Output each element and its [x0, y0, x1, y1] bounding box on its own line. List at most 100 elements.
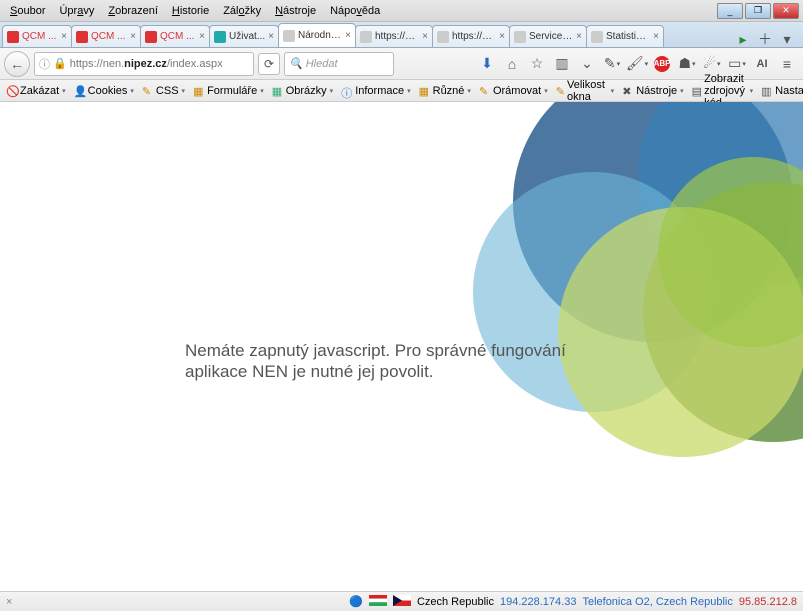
- tab-label: Statistiky -...: [606, 31, 650, 42]
- rgb-icon[interactable]: 🔵: [349, 595, 363, 608]
- devtool-nástroje[interactable]: ✖Nástroje: [618, 81, 687, 101]
- bookmark-star-icon[interactable]: ☆: [529, 56, 545, 72]
- devtool-icon: ▤: [692, 85, 702, 97]
- tab-close-icon[interactable]: ×: [199, 31, 205, 42]
- devtool-informace[interactable]: ⓘInformace: [337, 81, 414, 101]
- tab-label: QCM ...: [22, 31, 58, 42]
- tab-5[interactable]: https://ne...×: [355, 25, 433, 47]
- tab-favicon: [437, 31, 449, 43]
- tab-close-icon[interactable]: ×: [499, 31, 505, 42]
- menu-historie[interactable]: Historie: [166, 3, 215, 19]
- extension1-icon[interactable]: ☗: [679, 56, 695, 72]
- devtool-label: Cookies: [88, 85, 128, 97]
- tab-label: QCM ...: [91, 31, 127, 42]
- pocket-icon[interactable]: ⌄: [579, 56, 595, 72]
- devtool-icon: ✎: [556, 85, 565, 97]
- tab-0[interactable]: QCM ...×: [2, 25, 72, 47]
- scroll-tabs-icon[interactable]: ▸: [735, 31, 751, 47]
- home-icon[interactable]: ⌂: [504, 56, 520, 72]
- devtool-icon: ▦: [193, 85, 205, 97]
- tab-close-icon[interactable]: ×: [576, 31, 582, 42]
- devtool-icon: 👤: [74, 85, 86, 97]
- tab-close-icon[interactable]: ×: [345, 30, 351, 41]
- url-input[interactable]: ⓘ 🔒 https://nen.nipez.cz/index.aspx: [34, 52, 254, 76]
- hamburger-icon[interactable]: ≡: [779, 56, 795, 72]
- devtool-icon: 🚫: [6, 85, 18, 97]
- reload-button[interactable]: ⟳: [258, 53, 280, 75]
- navigation-bar: ← ⓘ 🔒 https://nen.nipez.cz/index.aspx ⟳ …: [0, 48, 803, 80]
- tab-2[interactable]: QCM ...×: [140, 25, 210, 47]
- status-isp: Telefonica O2, Czech Republic: [582, 596, 732, 608]
- decorative-circles: [443, 102, 803, 462]
- url-text: https://nen.nipez.cz/index.aspx: [70, 58, 249, 70]
- menu-nastroje[interactable]: Nástroje: [269, 3, 322, 19]
- info-icon[interactable]: ⓘ: [39, 56, 50, 72]
- toolbar-icons: ⬇ ⌂ ☆ ▥ ⌄ ✎ 🖌 ABP ☗ ☄ ▭ AI ≡: [475, 56, 799, 72]
- tab-favicon: [76, 31, 88, 43]
- menu-zobrazeni[interactable]: Zobrazení: [102, 3, 164, 19]
- tab-close-icon[interactable]: ×: [61, 31, 67, 42]
- window-controls: _ ❐ ✕: [717, 3, 799, 19]
- back-button[interactable]: ←: [4, 51, 30, 77]
- tab-close-icon[interactable]: ×: [653, 31, 659, 42]
- devtool-label: CSS: [156, 85, 179, 97]
- devtool-label: Formuláře: [207, 85, 257, 97]
- new-tab-button[interactable]: ＋: [757, 31, 773, 47]
- tab-extras: ▸ ＋ ▾: [729, 31, 801, 47]
- list-tabs-button[interactable]: ▾: [779, 31, 795, 47]
- tab-label: QCM ...: [160, 31, 196, 42]
- devtool-label: Nástroje: [636, 85, 677, 97]
- extension2-icon[interactable]: ☄: [704, 56, 720, 72]
- devtool-cookies[interactable]: 👤Cookies: [70, 81, 138, 101]
- status-ip-remote: 194.228.174.33: [500, 596, 576, 608]
- devtool-velikost-okna[interactable]: ✎Velikost okna: [552, 81, 618, 101]
- devtool-různé[interactable]: ▦Různé: [415, 81, 475, 101]
- eyedropper-icon[interactable]: ✎: [604, 56, 620, 72]
- statusbar-close-icon[interactable]: ×: [6, 596, 12, 608]
- tab-4[interactable]: Národní e...×: [278, 23, 356, 47]
- tab-7[interactable]: ServiceDesk×: [509, 25, 587, 47]
- tab-favicon: [360, 31, 372, 43]
- search-placeholder: Hledat: [306, 58, 338, 70]
- adblock-icon[interactable]: ABP: [654, 56, 670, 72]
- sidebar-icon[interactable]: ▥: [554, 56, 570, 72]
- tab-8[interactable]: Statistiky -...×: [586, 25, 664, 47]
- close-button[interactable]: ✕: [773, 3, 799, 19]
- tab-close-icon[interactable]: ×: [268, 31, 274, 42]
- menu-napoveda[interactable]: Nápověda: [324, 3, 386, 19]
- devtool-formuláře[interactable]: ▦Formuláře: [189, 81, 268, 101]
- menubar: Soubor Úpravy Zobrazení Historie Záložky…: [0, 0, 803, 22]
- settings-icon[interactable]: ▭: [729, 56, 745, 72]
- tab-close-icon[interactable]: ×: [130, 31, 136, 42]
- ai-icon[interactable]: AI: [754, 56, 770, 72]
- tab-bar: QCM ...×QCM ...×QCM ...×Uživat...×Národn…: [0, 22, 803, 48]
- paint-icon[interactable]: 🖌: [629, 56, 645, 72]
- tab-favicon: [514, 31, 526, 43]
- devtool-icon: ▥: [761, 85, 773, 97]
- menu-upravy[interactable]: Úpravy: [53, 3, 100, 19]
- maximize-button[interactable]: ❐: [745, 3, 771, 19]
- tab-close-icon[interactable]: ×: [422, 31, 428, 42]
- menu-zalozky[interactable]: Záložky: [217, 3, 267, 19]
- tab-label: Národní e...: [298, 30, 342, 41]
- minimize-button[interactable]: _: [717, 3, 743, 19]
- download-icon[interactable]: ⬇: [479, 56, 495, 72]
- devtool-nastavení[interactable]: ▥Nastavení: [757, 81, 803, 101]
- menu-soubor[interactable]: Soubor: [4, 3, 51, 19]
- tab-1[interactable]: QCM ...×: [71, 25, 141, 47]
- tab-3[interactable]: Uživat...×: [209, 25, 279, 47]
- tab-label: https://ne...: [452, 31, 496, 42]
- tab-label: https://ne...: [375, 31, 419, 42]
- app-menu: Soubor Úpravy Zobrazení Historie Záložky…: [4, 3, 386, 19]
- flag-eu-icon: [369, 595, 387, 609]
- search-input[interactable]: 🔍 Hledat: [284, 52, 394, 76]
- devtool-css[interactable]: ✎CSS: [138, 81, 189, 101]
- tab-label: Uživat...: [229, 31, 265, 42]
- devtool-icon: ⓘ: [341, 85, 353, 97]
- devtool-obrázky[interactable]: ▦Obrázky: [268, 81, 337, 101]
- devtool-zobrazit-zdrojový-kód[interactable]: ▤Zobrazit zdrojový kód: [688, 81, 757, 101]
- flag-cz-icon: [393, 595, 411, 609]
- tab-6[interactable]: https://ne...×: [432, 25, 510, 47]
- devtool-zakázat[interactable]: 🚫Zakázat: [2, 81, 70, 101]
- devtool-orámovat[interactable]: ✎Orámovat: [475, 81, 552, 101]
